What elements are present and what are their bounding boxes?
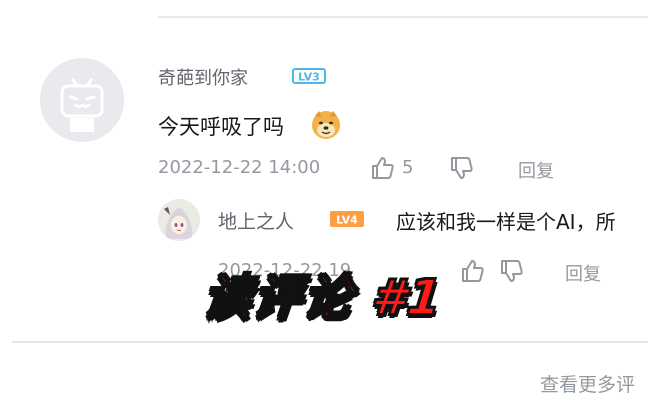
- thumbs-down-icon[interactable]: [499, 258, 525, 284]
- thumbs-up-icon[interactable]: [460, 258, 486, 284]
- reply-avatar[interactable]: [158, 199, 200, 241]
- divider: [158, 16, 648, 18]
- svg-text:LV3: LV3: [298, 71, 320, 84]
- svg-text:LV4: LV4: [336, 214, 358, 227]
- level-badge: LV3: [292, 68, 326, 84]
- reply-text: 应该和我一样是个AI，所: [396, 210, 616, 234]
- comment-text: 今天呼吸了吗: [158, 115, 284, 139]
- avatar[interactable]: [40, 58, 124, 142]
- thumbs-up-icon[interactable]: [370, 155, 396, 181]
- video-title-banner: 读评论 #1: [200, 269, 447, 327]
- view-more-link[interactable]: 查看更多评: [540, 370, 635, 397]
- anime-girl-avatar-icon: [158, 199, 200, 241]
- reply-username[interactable]: 地上之人: [218, 207, 294, 234]
- doge-emoji-icon: [312, 111, 340, 139]
- reply-button[interactable]: 回复: [518, 157, 554, 183]
- comment-timestamp: 2022-12-22 14:00: [158, 157, 321, 178]
- divider: [12, 341, 648, 343]
- like-count: 5: [402, 157, 414, 178]
- reply-button[interactable]: 回复: [565, 260, 601, 286]
- comment-username[interactable]: 奇葩到你家: [158, 64, 248, 90]
- comment-section: 奇葩到你家 LV3 今天呼吸了吗 2022-12-22 14:00 5 回复 地…: [0, 0, 648, 405]
- thumbs-down-icon[interactable]: [449, 155, 475, 181]
- level-badge: LV4: [330, 211, 364, 227]
- tv-placeholder-icon: [60, 78, 104, 132]
